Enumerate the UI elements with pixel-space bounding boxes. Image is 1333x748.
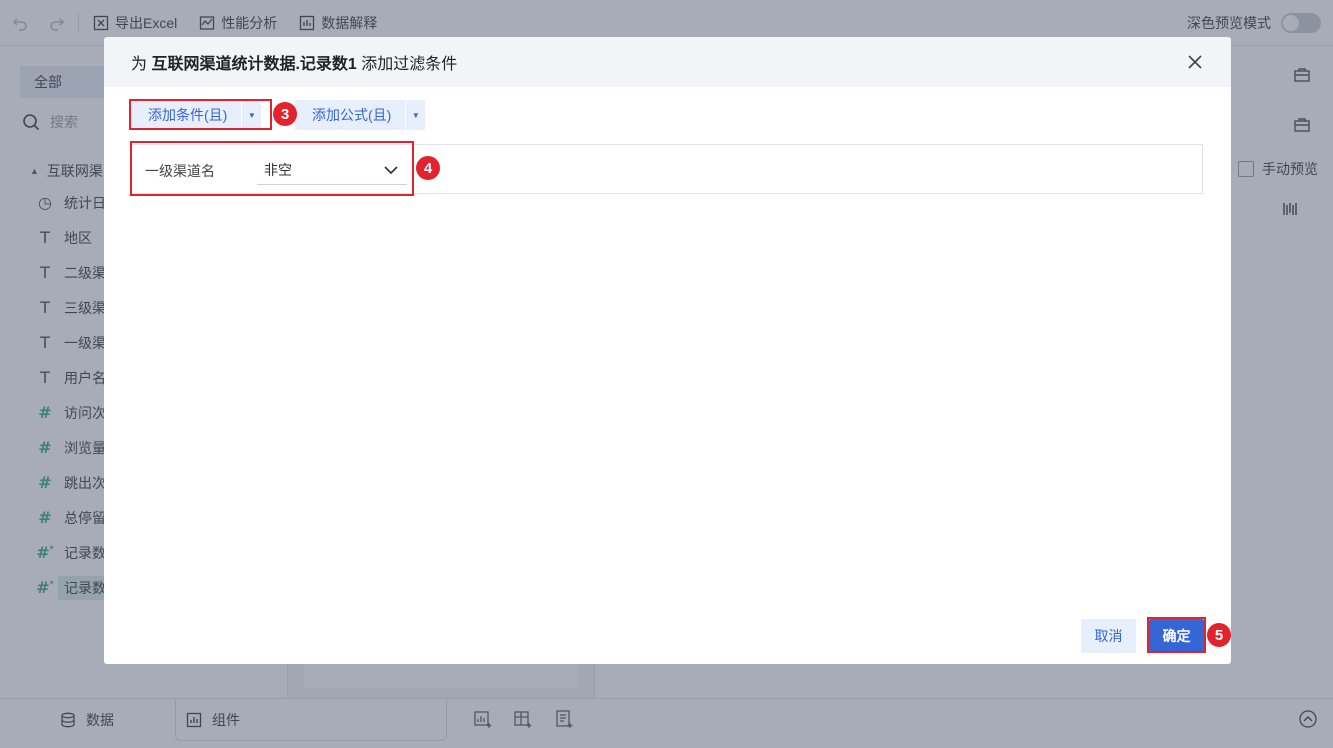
add-condition-button[interactable]: 添加条件(且) <box>131 100 241 130</box>
step-badge-4: 4 <box>416 156 440 180</box>
title-target-field: 互联网渠道统计数据.记录数1 <box>151 56 357 73</box>
confirm-button[interactable]: 确定 <box>1149 619 1204 653</box>
caret-down-icon[interactable]: ▼ <box>241 100 261 130</box>
chevron-down-icon <box>384 166 398 175</box>
condition-row: 一级渠道名 非空 <box>131 144 1203 194</box>
condition-operator-value: 非空 <box>264 161 292 178</box>
step-badge-5: 5 <box>1207 623 1231 647</box>
add-formula-button[interactable]: 添加公式(且) <box>295 100 405 130</box>
dialog-title: 为 互联网渠道统计数据.记录数1 添加过滤条件 <box>131 50 457 74</box>
close-icon[interactable] <box>1185 52 1205 72</box>
caret-down-icon[interactable]: ▼ <box>405 100 425 130</box>
title-suffix: 添加过滤条件 <box>361 56 458 73</box>
dialog-header: 为 互联网渠道统计数据.记录数1 添加过滤条件 <box>104 37 1231 87</box>
step-badge-3: 3 <box>273 102 297 126</box>
condition-operator-select[interactable]: 非空 <box>257 155 407 185</box>
add-filter-dialog: 为 互联网渠道统计数据.记录数1 添加过滤条件 添加条件(且) ▼ 添加公式(且… <box>104 37 1231 664</box>
add-condition-split-button: 添加条件(且) ▼ <box>131 100 262 130</box>
title-prefix: 为 <box>131 56 148 73</box>
add-formula-split-button: 添加公式(且) ▼ <box>295 100 426 130</box>
condition-field-name: 一级渠道名 <box>145 163 215 179</box>
cancel-button[interactable]: 取消 <box>1081 619 1136 653</box>
